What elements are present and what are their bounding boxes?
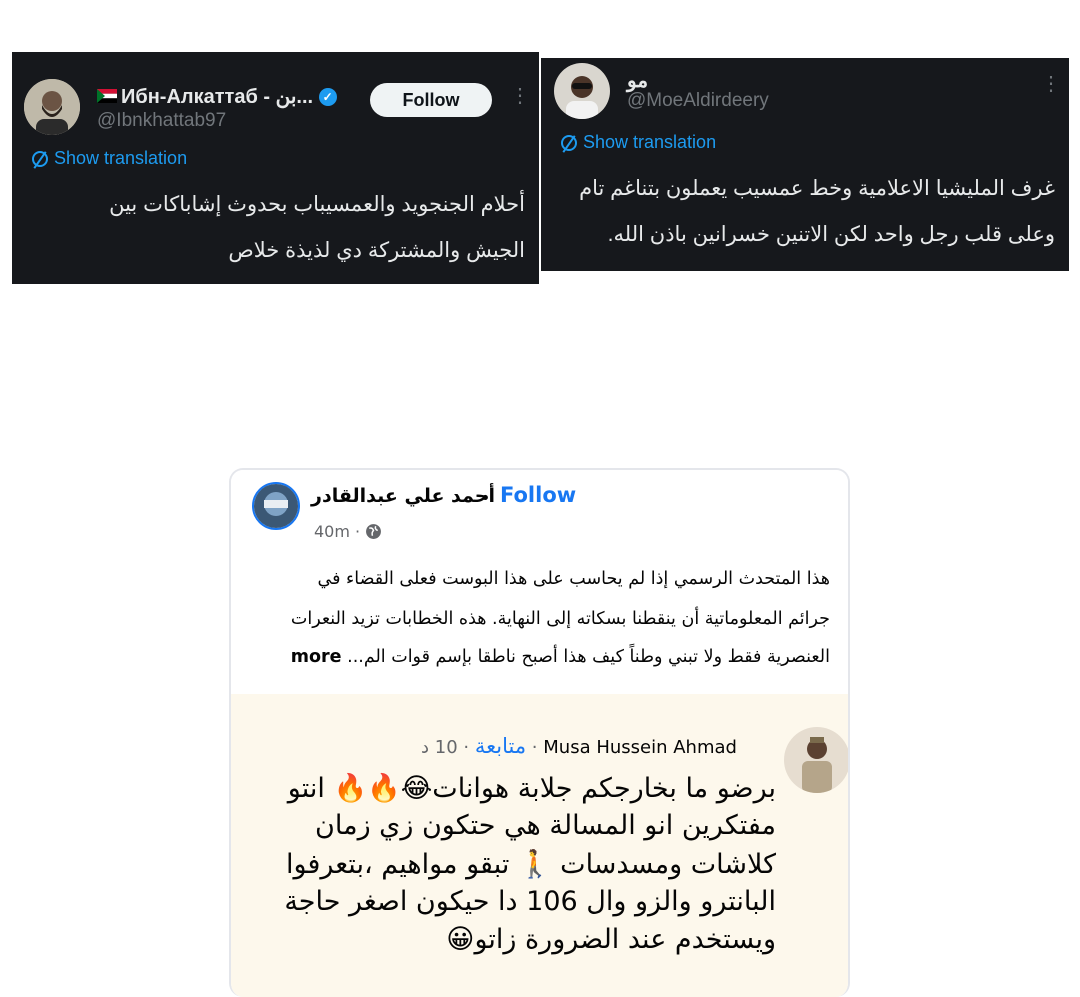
follow-link[interactable]: Follow — [500, 483, 576, 507]
ibnkhattab-handle[interactable]: @Ibnkhattab97 — [97, 110, 226, 132]
post-text-line: جرائم المعلوماتية أن ينقطنا بسكاته إلى ا… — [290, 609, 830, 629]
tweet-text-line: وعلى قلب رجل واحد لكن الاتنين خسرانين با… — [607, 223, 1055, 246]
facebook-post-card: أحمد علي عبدالقادر • Follow 40m · هذا ال… — [229, 468, 850, 997]
show-translation-link[interactable]: Show translation — [561, 132, 716, 153]
post-text-line: هذا المتحدث الرسمي إذا لم يحاسب على هذا … — [317, 569, 830, 589]
comment-area: متابعة · 10 د · Musa Hussein Ahmad برضو … — [231, 694, 848, 997]
see-more-link[interactable]: more — [291, 647, 342, 667]
post-author-name[interactable]: أحمد علي عبدالقادر — [311, 485, 495, 507]
post-author-avatar[interactable] — [252, 482, 300, 530]
comment-text-line: مفتكرين انو المسالة هي حتكون زي زمان — [315, 810, 776, 841]
tweet-text-line: غرف المليشيا الاعلامية وخط عمسيب يعملون … — [579, 177, 1055, 200]
commenter-name[interactable]: Musa Hussein Ahmad — [543, 737, 737, 758]
comment-text-line: برضو ما بخارجكم جلابة هوانات😂🔥🔥 انتو — [287, 773, 776, 804]
tweet-text-line: أحلام الجنجويد والعمسيباب بحدوث إشاباكات… — [109, 193, 525, 216]
comment-text-line: ويستخدم عند الضرورة زاتو😀 — [446, 924, 776, 955]
show-translation-link[interactable]: Show translation — [32, 148, 187, 169]
sudan-flag-icon — [97, 89, 117, 103]
comment-text-line: كلاشات ومسدسات 🚶 تبقو مواهيم ،بتعرفوا — [286, 849, 776, 880]
comment-follow-link[interactable]: متابعة — [475, 734, 526, 758]
comment-text-line: البانترو والزو وال 106 دا حيكون اصغر حاج… — [284, 886, 776, 917]
verified-badge-icon: ✓ — [318, 88, 337, 106]
tweet-card-ibnkhattab: Ибн-Алкаттаб - بن... ✓ @Ibnkhattab97 Fol… — [12, 52, 539, 284]
moealdirdeery-handle[interactable]: @MoeAldirdeery — [627, 90, 769, 112]
more-options-icon[interactable]: ⋮ — [510, 86, 530, 106]
ibnkhattab-display-name[interactable]: Ибн-Алкаттаб - بن... ✓ — [97, 84, 337, 109]
post-text-line: العنصرية فقط ولا تبني وطناً كيف هذا أصبح… — [290, 647, 830, 667]
ibnkhattab-name-text: Ибн-Алкаттаб - بن... — [121, 86, 314, 108]
post-area: أحمد علي عبدالقادر • Follow 40m · هذا ال… — [231, 470, 848, 694]
follow-button[interactable]: Follow — [370, 83, 492, 117]
translate-icon — [32, 151, 48, 167]
tweet-text-line: الجيش والمشتركة دي لذيذة خلاص — [228, 239, 525, 262]
post-time: 40m · — [314, 522, 382, 541]
globe-icon — [366, 524, 382, 539]
tweet-card-moealdirdeery: مو @MoeAldirdeery ⋮ Show translation غرف… — [541, 58, 1069, 271]
moealdirdeery-avatar[interactable] — [554, 63, 610, 119]
translate-icon — [561, 135, 577, 151]
separator-dot: • — [480, 488, 491, 509]
ibnkhattab-avatar[interactable] — [24, 79, 80, 135]
commenter-avatar[interactable] — [784, 727, 848, 793]
more-options-icon[interactable]: ⋮ — [1041, 74, 1061, 94]
comment-header: متابعة · 10 د · Musa Hussein Ahmad — [421, 734, 737, 758]
